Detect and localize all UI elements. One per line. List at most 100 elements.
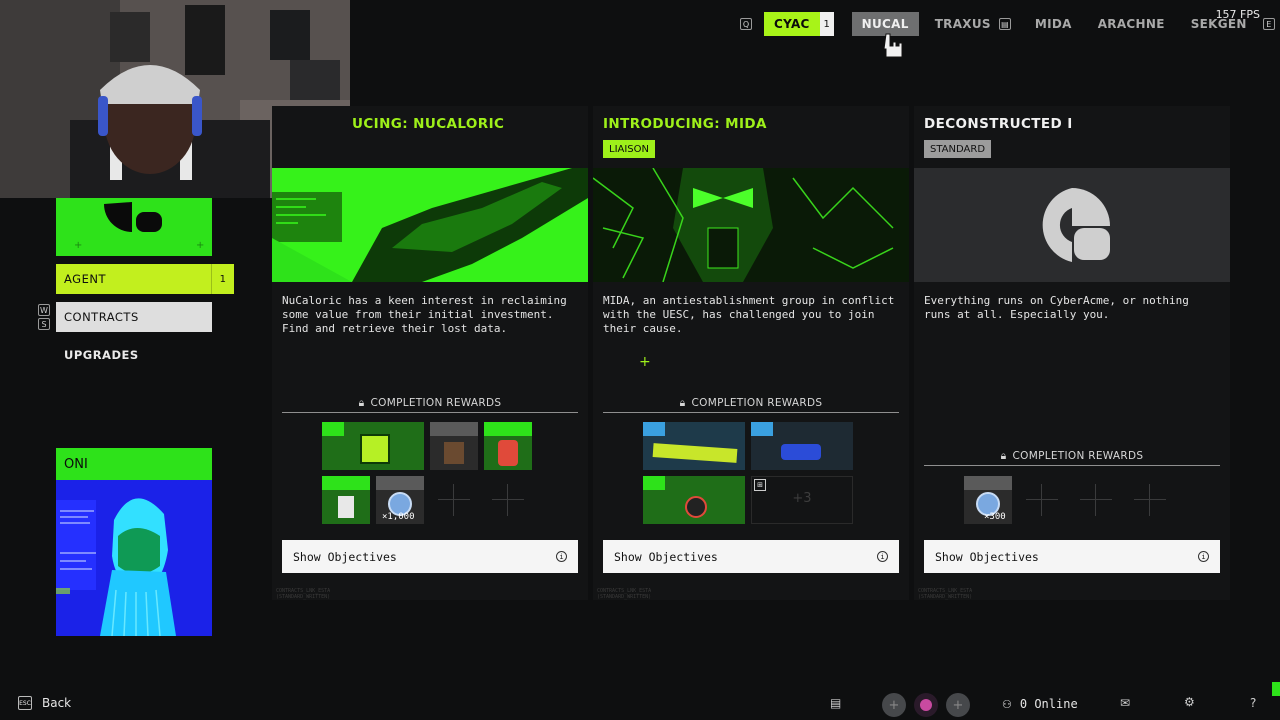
tab-traxus[interactable]: TRAXUS <box>925 12 1001 36</box>
show-objectives-label: Show Objectives <box>293 549 397 564</box>
plus-marker-icon: + <box>639 354 651 370</box>
contract-card-deconstructed[interactable]: DECONSTRUCTED I STANDARD Everything runs… <box>914 106 1230 600</box>
reward-item[interactable] <box>322 422 424 470</box>
avatar-icon <box>920 699 932 711</box>
card-title: UCING: NUCALORIC <box>352 116 505 132</box>
reward-rarity-badge <box>751 422 773 436</box>
reward-item[interactable] <box>484 422 532 470</box>
card-footnote: CONTRACTS_LNK_ESTA (STANDARD_WRITTEN) <box>918 588 973 600</box>
show-objectives-button[interactable]: Show Objectives i <box>282 540 578 573</box>
empty-reward-slot <box>486 478 530 522</box>
w-key-hint: W <box>38 304 50 316</box>
empty-reward-slot <box>1128 478 1172 522</box>
card-description: NuCaloric has a keen interest in reclaim… <box>282 294 567 335</box>
reward-rarity-badge <box>430 422 478 436</box>
mida-banner-image <box>593 168 909 282</box>
info-icon: i <box>556 551 567 562</box>
more-rewards[interactable]: ⊞ +3 <box>751 476 853 524</box>
show-objectives-button[interactable]: Show Objectives i <box>603 540 899 573</box>
lock-icon: 🔒︎ <box>1000 449 1007 462</box>
contract-card-nucaloric[interactable]: UCING: NUCALORIC NuCaloric has a keen in… <box>272 106 588 600</box>
reward-rarity-badge <box>322 422 344 436</box>
rewards-label: COMPLETION REWARDS <box>1012 450 1144 462</box>
svg-text:+: + <box>196 240 204 251</box>
standard-tag: STANDARD <box>924 140 992 158</box>
nav-contracts-label: CONTRACTS <box>64 310 139 324</box>
chat-icon[interactable]: ▤ <box>830 696 841 710</box>
online-status[interactable]: ⚇ 0 Online <box>1002 697 1078 711</box>
nav-agent-label: AGENT <box>64 272 106 286</box>
tab-cyac[interactable]: CYAC <box>764 12 820 36</box>
gear-icon[interactable]: ⚙ <box>1184 695 1195 709</box>
reward-item[interactable]: ×300 <box>964 476 1012 524</box>
mail-icon[interactable]: ✉ <box>1120 696 1130 710</box>
s-key-hint: S <box>38 318 50 330</box>
card-title: INTRODUCING: MIDA <box>603 116 767 132</box>
player-avatar[interactable] <box>914 693 938 717</box>
card-footnote: CONTRACTS_LNK_ESTA (STANDARD_WRITTEN) <box>276 588 331 600</box>
nav-agent[interactable]: AGENT 1 <box>56 264 234 294</box>
back-button[interactable]: ESC Back <box>18 696 71 710</box>
back-label: Back <box>42 696 72 710</box>
lock-icon: 🔒︎ <box>679 396 686 409</box>
e-key-hint: E <box>1262 18 1275 30</box>
reward-gear-icon <box>444 442 464 464</box>
runner-portrait[interactable] <box>56 480 212 636</box>
tab-mida[interactable]: MIDA <box>1025 12 1082 36</box>
reward-item[interactable] <box>643 476 745 524</box>
reward-quantity: ×300 <box>984 512 1006 522</box>
reward-rarity-badge <box>643 422 665 436</box>
cyac-logo-icon: + + <box>74 202 204 251</box>
grid-icon: ⊞ <box>754 479 766 491</box>
reward-item[interactable] <box>751 422 853 470</box>
reward-grenade-icon <box>685 496 707 518</box>
show-objectives-button[interactable]: Show Objectives i <box>924 540 1220 573</box>
reward-rarity-badge <box>484 422 532 436</box>
status-indicator <box>1272 682 1280 696</box>
reward-quantity: ×1,000 <box>382 512 415 522</box>
reward-item[interactable] <box>430 422 478 470</box>
liaison-tag: LIAISON <box>603 140 656 158</box>
runner-portrait-image <box>56 480 212 636</box>
empty-reward-slot <box>432 478 476 522</box>
esc-key-icon: ESC <box>18 696 32 710</box>
reward-item[interactable]: ×1,000 <box>376 476 424 524</box>
nav-upgrades[interactable]: UPGRADES <box>56 340 212 370</box>
card-title: DECONSTRUCTED I <box>924 116 1073 132</box>
party-slot-button[interactable]: + <box>882 693 906 717</box>
card-footnote: CONTRACTS_LNK_ESTA (STANDARD_WRITTEN) <box>597 588 652 600</box>
empty-reward-slot <box>1020 478 1064 522</box>
completion-rewards-header: 🔒︎ COMPLETION REWARDS <box>924 447 1220 466</box>
show-objectives-label: Show Objectives <box>614 549 718 564</box>
fps-counter: 157 FPS <box>1215 8 1260 21</box>
nav-upgrades-label: UPGRADES <box>64 348 139 362</box>
card-banner <box>593 168 909 282</box>
more-rewards-count: +3 <box>792 491 812 506</box>
nav-key-hints: W S <box>38 304 50 330</box>
reward-item[interactable] <box>322 476 370 524</box>
card-banner <box>272 168 588 282</box>
reward-canister-icon <box>498 440 518 466</box>
rewards-label: COMPLETION REWARDS <box>691 397 823 409</box>
rewards-label: COMPLETION REWARDS <box>370 397 502 409</box>
contract-card-mida[interactable]: INTRODUCING: MIDA LIAISON MIDA, an antie… <box>593 106 909 600</box>
cyac-logo-banner-image <box>914 168 1230 282</box>
reward-rarity-badge <box>643 476 665 490</box>
info-icon: i <box>877 551 888 562</box>
reward-rarity-badge <box>322 476 370 490</box>
friends-icon: ⚇ <box>1002 697 1012 711</box>
card-description: MIDA, an antiestablishment group in conf… <box>603 294 895 335</box>
tab-arachne[interactable]: ARACHNE <box>1088 12 1175 36</box>
reward-item[interactable] <box>643 422 745 470</box>
info-icon: i <box>1198 551 1209 562</box>
faction-tabs: Q CYAC 1 NUCAL TRAXUS ▤ MIDA ARACHNE SEK… <box>740 12 1275 36</box>
nav-contracts[interactable]: CONTRACTS <box>56 302 212 332</box>
completion-rewards-header: 🔒︎ COMPLETION REWARDS <box>282 394 578 413</box>
nucaloric-banner-image <box>272 168 588 282</box>
reward-rarity-badge <box>964 476 1012 490</box>
reward-rarity-badge <box>376 476 424 490</box>
show-objectives-label: Show Objectives <box>935 549 1039 564</box>
party-slot-button[interactable]: + <box>946 693 970 717</box>
traxus-lock-icon: ▤ <box>998 18 1011 30</box>
help-icon[interactable]: ? <box>1250 696 1256 710</box>
